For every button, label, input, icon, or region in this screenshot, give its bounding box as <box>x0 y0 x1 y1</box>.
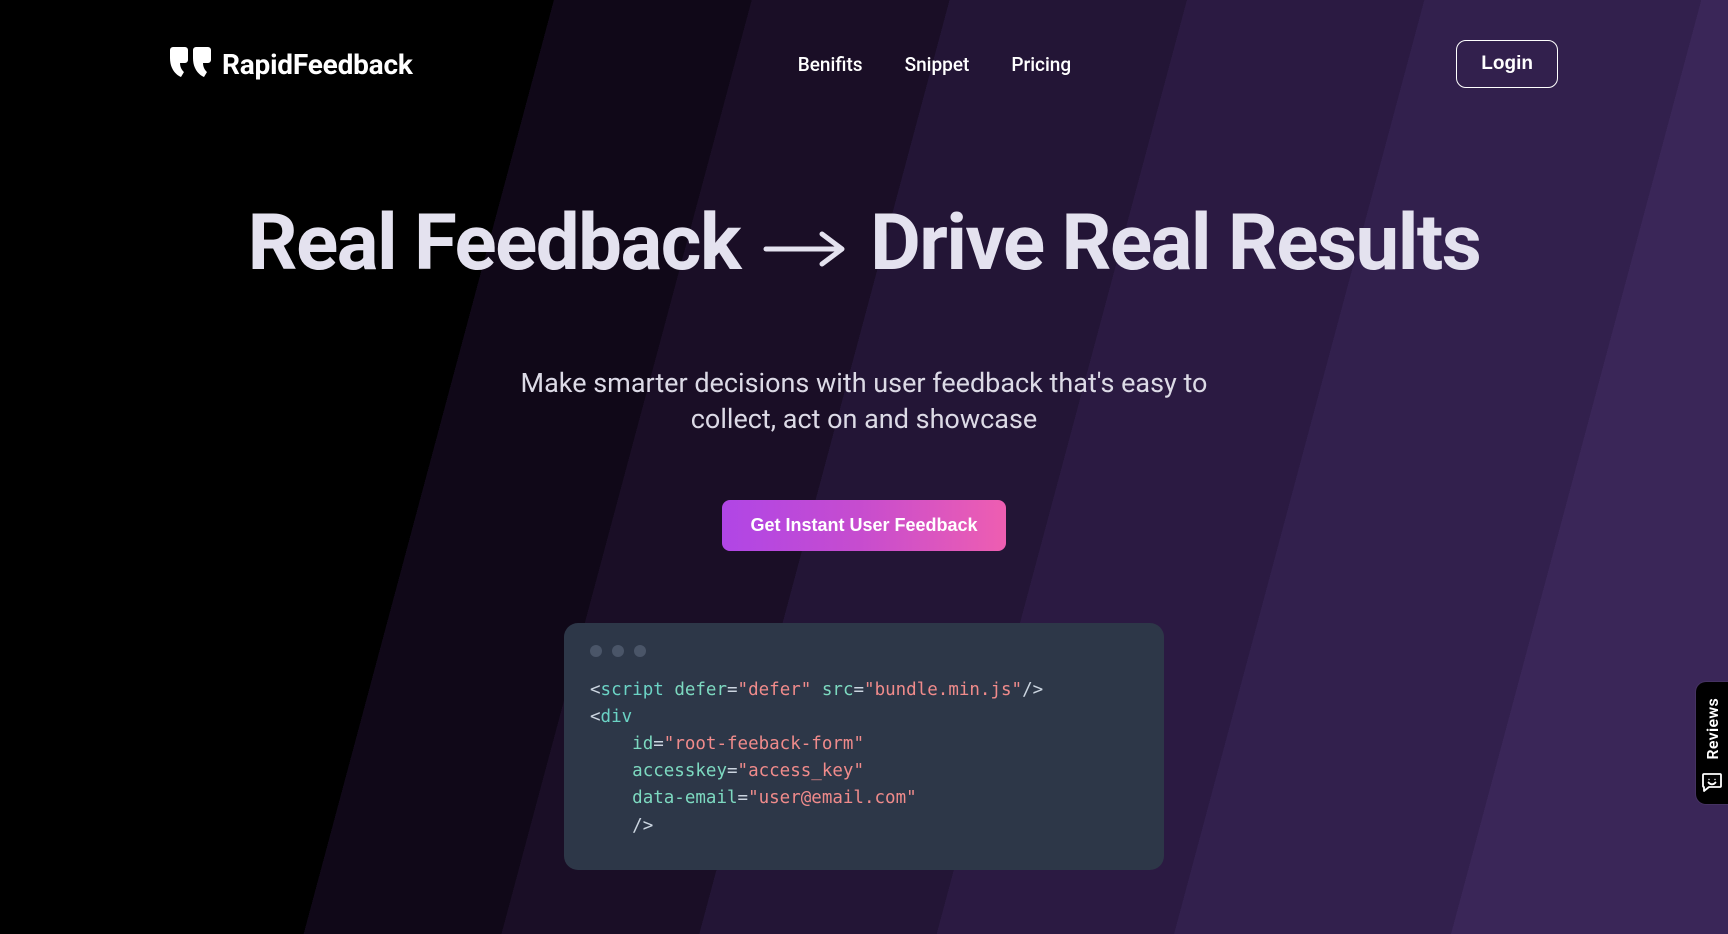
hero-headline: Real Feedback Drive Real Results <box>0 198 1728 289</box>
code-snippet: <script defer="defer" src="bundle.min.js… <box>590 677 1138 840</box>
quote-icon <box>170 47 212 81</box>
arrow-right-icon <box>762 198 848 289</box>
hero-section: Real Feedback Drive Real Results Make sm… <box>0 198 1728 870</box>
nav-link-benifits[interactable]: Benifits <box>798 53 863 76</box>
hero-headline-right: Drive Real Results <box>870 198 1480 289</box>
window-dot <box>612 645 624 657</box>
hero-headline-left: Real Feedback <box>248 198 740 289</box>
reviews-widget[interactable]: Reviews <box>1696 682 1728 804</box>
site-header: RapidFeedback Benifits Snippet Pricing L… <box>0 0 1728 88</box>
reviews-widget-label: Reviews <box>1703 698 1722 760</box>
code-snippet-card: <script defer="defer" src="bundle.min.js… <box>564 623 1164 870</box>
brand-name: RapidFeedback <box>222 48 413 81</box>
nav-link-pricing[interactable]: Pricing <box>1011 53 1071 76</box>
chat-smile-icon <box>1700 770 1724 794</box>
window-dot <box>634 645 646 657</box>
hero-subhead: Make smarter decisions with user feedbac… <box>0 365 1728 438</box>
window-dot <box>590 645 602 657</box>
nav-link-snippet[interactable]: Snippet <box>905 53 970 76</box>
brand[interactable]: RapidFeedback <box>170 47 413 81</box>
login-button[interactable]: Login <box>1456 40 1558 88</box>
primary-nav: Benifits Snippet Pricing <box>798 53 1071 76</box>
cta-button[interactable]: Get Instant User Feedback <box>722 500 1005 551</box>
window-dots <box>590 645 1138 657</box>
